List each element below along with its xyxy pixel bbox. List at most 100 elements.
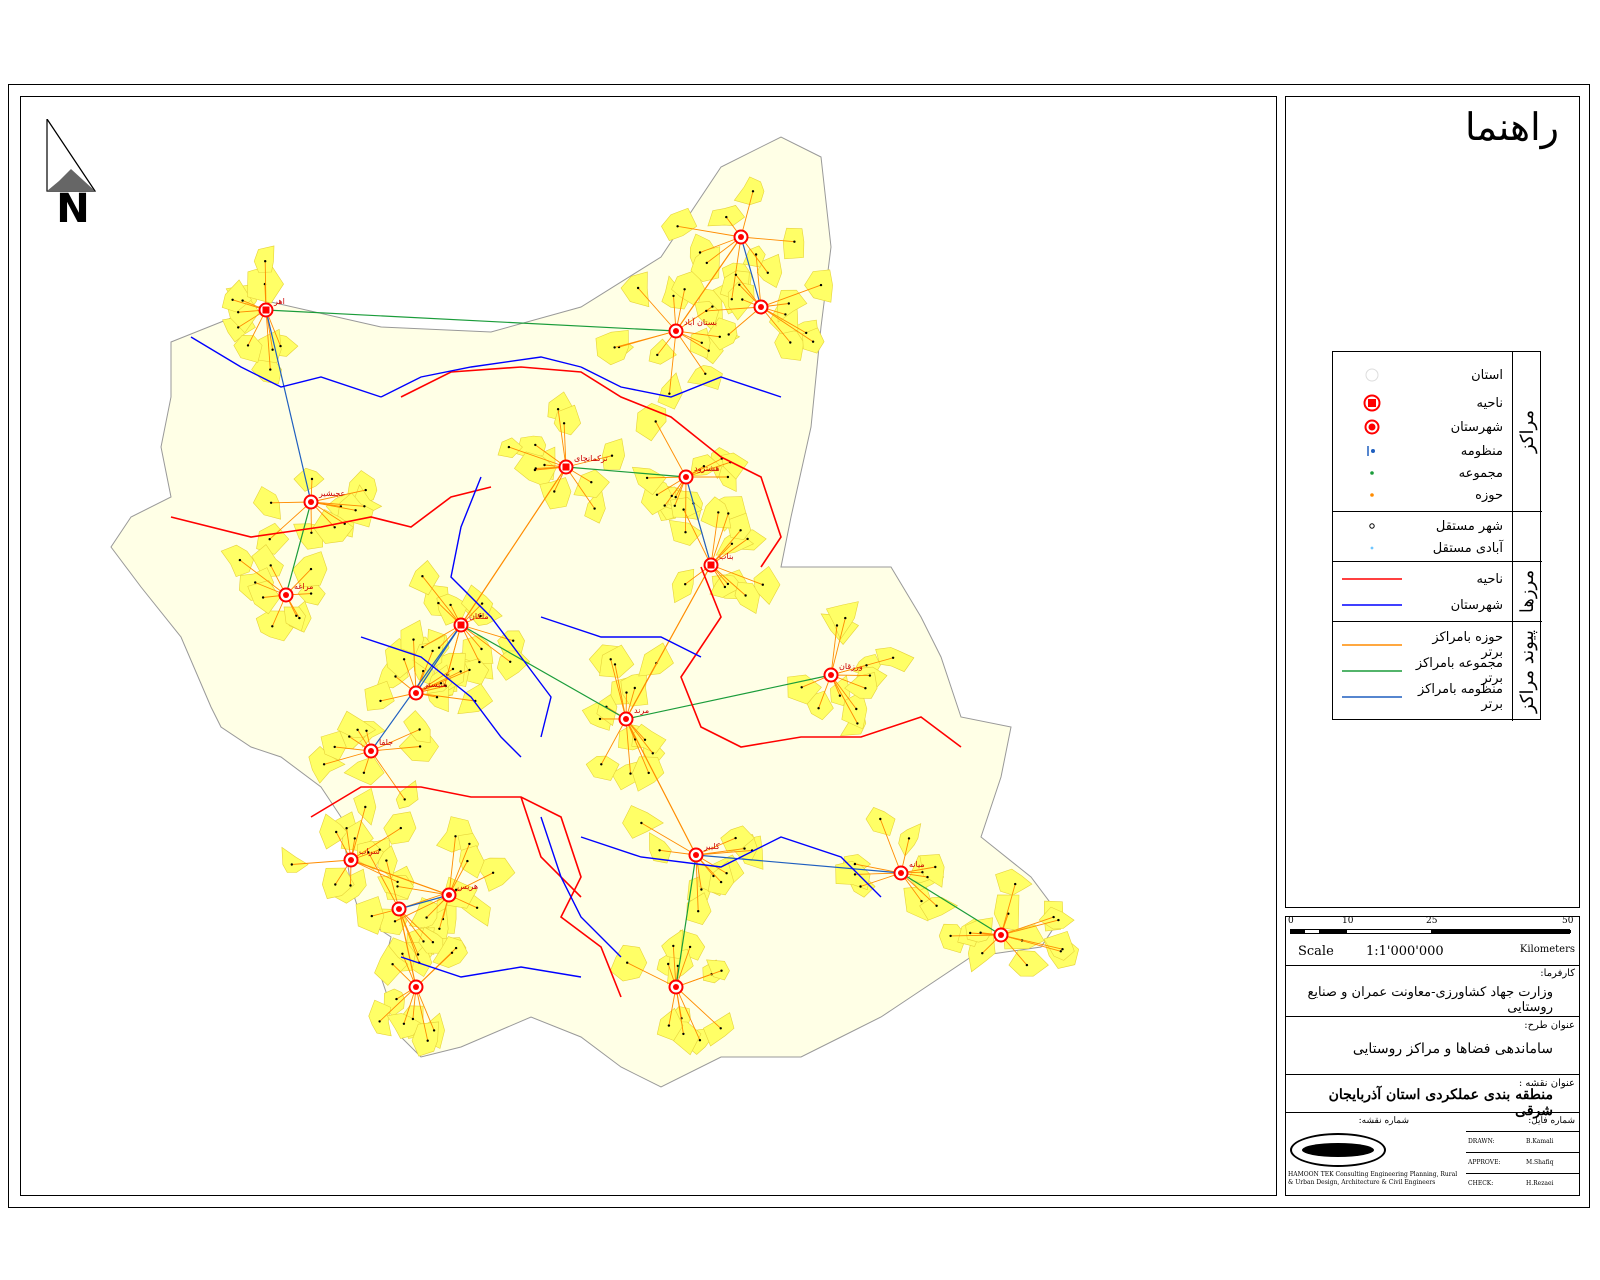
village-point bbox=[856, 722, 859, 725]
village-point bbox=[981, 952, 984, 955]
village-point bbox=[396, 880, 399, 884]
village-point bbox=[431, 649, 434, 653]
village-point bbox=[451, 667, 455, 671]
center-label: ملکان bbox=[469, 612, 489, 621]
village-point bbox=[348, 735, 351, 738]
center-label: ترکمانچای bbox=[574, 454, 608, 463]
county-border-line-icon bbox=[1337, 594, 1407, 616]
village-point bbox=[676, 225, 679, 228]
county-center-marker bbox=[441, 887, 457, 903]
village-point bbox=[468, 668, 471, 672]
scale-tick: 0 bbox=[1288, 916, 1294, 926]
center-label: اهر bbox=[273, 297, 285, 306]
center-label: مراغه bbox=[294, 582, 313, 591]
center-label: بناب bbox=[719, 552, 734, 561]
county-center-marker bbox=[408, 685, 424, 701]
village-point bbox=[450, 951, 454, 954]
village-point bbox=[378, 1020, 381, 1023]
village-point bbox=[868, 674, 872, 677]
legend-item-province: استان bbox=[1337, 364, 1507, 386]
village-point bbox=[647, 771, 650, 775]
legend-independent-section: شهر مستقل آبادی مستقل bbox=[1333, 512, 1542, 562]
village-point bbox=[734, 836, 737, 840]
village-point bbox=[391, 963, 394, 966]
north-arrow-icon: N bbox=[45, 119, 101, 229]
village-point bbox=[684, 583, 687, 586]
county-center-marker bbox=[668, 323, 684, 339]
village-point bbox=[449, 603, 452, 607]
legend-centers-heading: مراکز bbox=[1517, 409, 1539, 454]
village-point bbox=[237, 311, 240, 314]
village-point bbox=[401, 952, 404, 955]
village-point bbox=[379, 699, 382, 703]
village-point bbox=[1014, 882, 1017, 886]
village-point bbox=[751, 190, 755, 193]
village-point bbox=[362, 771, 366, 774]
village-point bbox=[672, 294, 675, 298]
county-center-marker bbox=[893, 865, 909, 881]
village-point bbox=[335, 830, 338, 834]
village-point bbox=[926, 875, 929, 879]
village-point bbox=[1025, 963, 1029, 967]
village-point bbox=[364, 488, 367, 492]
village-point bbox=[817, 707, 820, 710]
village-point bbox=[864, 687, 867, 690]
village-point bbox=[949, 934, 952, 938]
village-point bbox=[271, 348, 274, 351]
village-point bbox=[437, 646, 441, 649]
legend-links-heading: پیوند مراکز bbox=[1517, 630, 1538, 713]
village-point bbox=[934, 865, 937, 869]
village-point bbox=[853, 873, 857, 876]
village-point bbox=[700, 341, 703, 344]
village-point bbox=[684, 531, 687, 534]
map-number-caption: شماره نقشه: bbox=[1358, 1116, 1409, 1126]
village-point bbox=[590, 481, 593, 484]
village-point bbox=[425, 916, 428, 919]
village-point bbox=[746, 537, 749, 541]
center-label: شبستر bbox=[423, 680, 447, 689]
scale-bar-area: 0 10 25 50 Scale 1:1'000'000 Kilometers bbox=[1286, 916, 1579, 966]
village-point bbox=[466, 859, 469, 863]
zone-cell bbox=[253, 245, 275, 273]
village-point bbox=[743, 847, 746, 850]
village-point bbox=[399, 826, 402, 830]
independent-village-icon bbox=[1337, 537, 1407, 559]
zone-cell bbox=[782, 227, 805, 260]
village-point bbox=[727, 333, 730, 336]
village-point bbox=[663, 504, 666, 507]
village-point bbox=[754, 253, 758, 256]
group-center-icon bbox=[1337, 462, 1407, 484]
center-label: سراب bbox=[359, 847, 380, 856]
village-point bbox=[454, 946, 458, 950]
village-point bbox=[730, 542, 734, 545]
legend-item-group: مجموعه bbox=[1337, 462, 1507, 484]
signoff-row: CHECK: H.Rezaei bbox=[1466, 1173, 1579, 1195]
zone-link bbox=[685, 476, 687, 533]
system-link-line-icon bbox=[1337, 686, 1407, 708]
village-point bbox=[891, 656, 895, 659]
village-point bbox=[431, 941, 435, 944]
village-point bbox=[279, 344, 282, 348]
legend-borders-section: مرزها ناحیه شهرستان bbox=[1333, 562, 1542, 622]
village-point bbox=[507, 445, 511, 449]
county-center-marker bbox=[733, 229, 749, 245]
village-point bbox=[322, 763, 326, 766]
village-point bbox=[674, 495, 677, 499]
village-point bbox=[682, 508, 685, 511]
village-point bbox=[705, 309, 708, 313]
village-point bbox=[593, 507, 596, 510]
village-point bbox=[853, 862, 857, 866]
village-point bbox=[698, 1039, 702, 1042]
village-point bbox=[656, 353, 659, 357]
legend-links-section: پیوند مراکز حوزه بامراکز برتر مجموعه بام… bbox=[1333, 622, 1542, 721]
village-point bbox=[672, 944, 675, 948]
village-point bbox=[394, 675, 397, 678]
village-point bbox=[238, 558, 242, 562]
legend-item-zone: حوزه bbox=[1337, 484, 1507, 506]
village-point bbox=[354, 509, 357, 512]
village-point bbox=[920, 899, 923, 903]
district-center-marker bbox=[703, 557, 719, 573]
village-point bbox=[600, 763, 603, 766]
village-point bbox=[385, 859, 388, 862]
village-point bbox=[969, 931, 972, 935]
